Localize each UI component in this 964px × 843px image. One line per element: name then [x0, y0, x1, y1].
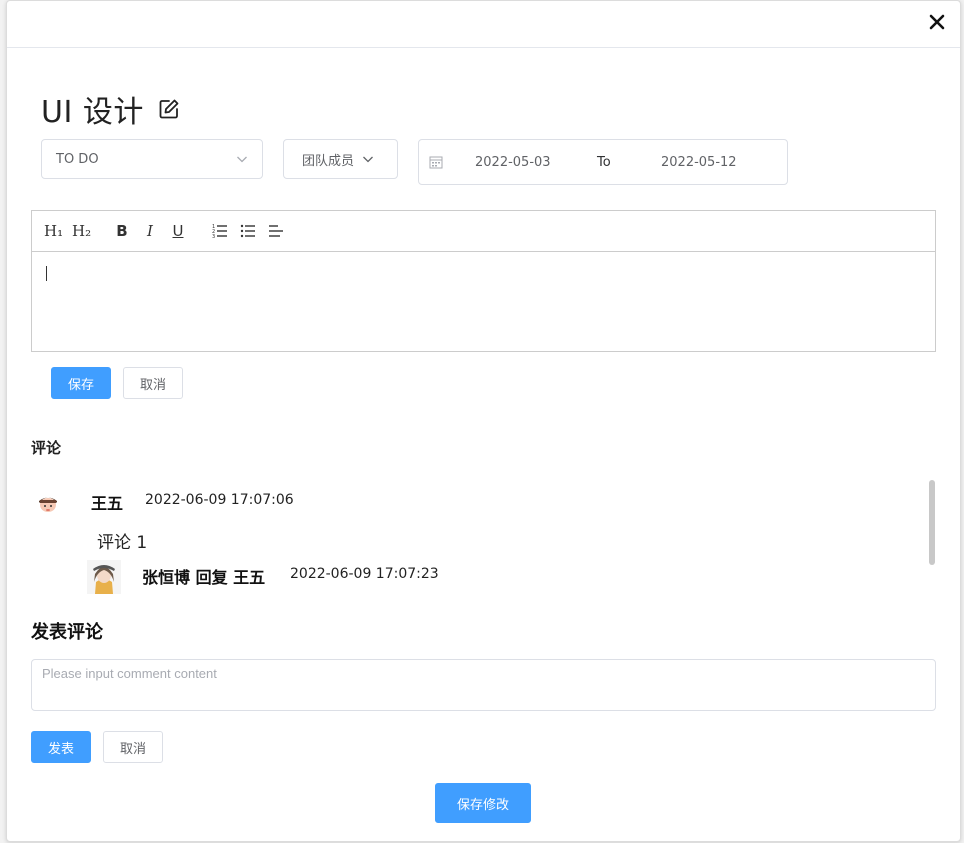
bullet-list-icon[interactable] [240, 223, 256, 239]
comment-timestamp: 2022-06-09 17:07:06 [145, 492, 294, 508]
text-caret [46, 266, 47, 281]
date-range-separator: To [597, 154, 611, 170]
post-comment-button[interactable]: 发表 [31, 731, 91, 763]
calendar-icon [429, 156, 443, 169]
heading2-button[interactable]: H₂ [72, 222, 91, 240]
edit-icon[interactable] [158, 98, 180, 120]
comment-list[interactable]: 王五 2022-06-09 17:07:06 评论 1 张恒博 回复 王五 20… [31, 476, 936, 596]
svg-text:3: 3 [212, 234, 215, 239]
bold-button[interactable]: B [114, 222, 130, 240]
status-select-value: TO DO [56, 151, 99, 167]
rich-text-editor: H₁ H₂ B I U 1 2 3 [31, 210, 936, 352]
reply-timestamp: 2022-06-09 17:07:23 [290, 566, 439, 582]
comments-section-title: 评论 [31, 439, 62, 457]
status-select[interactable]: TO DO [41, 139, 263, 179]
align-left-icon[interactable] [268, 223, 284, 239]
comment-input[interactable] [31, 659, 936, 711]
team-members-dropdown[interactable]: 团队成员 [283, 139, 398, 179]
title-row: UI 设计 [41, 87, 180, 131]
date-range-picker[interactable]: 2022-05-03 To 2022-05-12 [418, 139, 788, 185]
start-date-input[interactable]: 2022-05-03 [475, 155, 585, 170]
underline-button[interactable]: U [170, 222, 186, 240]
editor-content-area[interactable] [32, 252, 935, 352]
chevron-down-icon [237, 156, 247, 163]
cancel-comment-button[interactable]: 取消 [103, 731, 163, 763]
save-changes-button[interactable]: 保存修改 [435, 783, 531, 823]
heading1-button[interactable]: H₁ [44, 222, 63, 240]
italic-button[interactable]: I [142, 222, 158, 240]
dialog-header [7, 1, 960, 48]
task-dialog: UI 设计 TO DO 团队成员 2022-05-03 To 2022-05-1… [6, 0, 961, 842]
team-members-label: 团队成员 [302, 153, 355, 169]
reply-author-line: 张恒博 回复 王五 [142, 568, 266, 587]
avatar [31, 486, 65, 520]
end-date-input[interactable]: 2022-05-12 [661, 155, 737, 170]
ordered-list-icon[interactable]: 1 2 3 [212, 223, 228, 239]
post-comment-title: 发表评论 [31, 622, 103, 643]
task-title: UI 设计 [41, 95, 144, 130]
cancel-description-button[interactable]: 取消 [123, 367, 183, 399]
comment-author: 王五 [91, 494, 124, 513]
comment-content: 评论 1 [97, 533, 148, 553]
editor-toolbar: H₁ H₂ B I U 1 2 3 [32, 211, 935, 252]
save-description-button[interactable]: 保存 [51, 367, 111, 399]
close-icon[interactable] [926, 11, 948, 33]
chevron-down-icon [363, 156, 373, 163]
comment-scrollbar[interactable] [929, 480, 935, 565]
avatar [87, 560, 121, 594]
